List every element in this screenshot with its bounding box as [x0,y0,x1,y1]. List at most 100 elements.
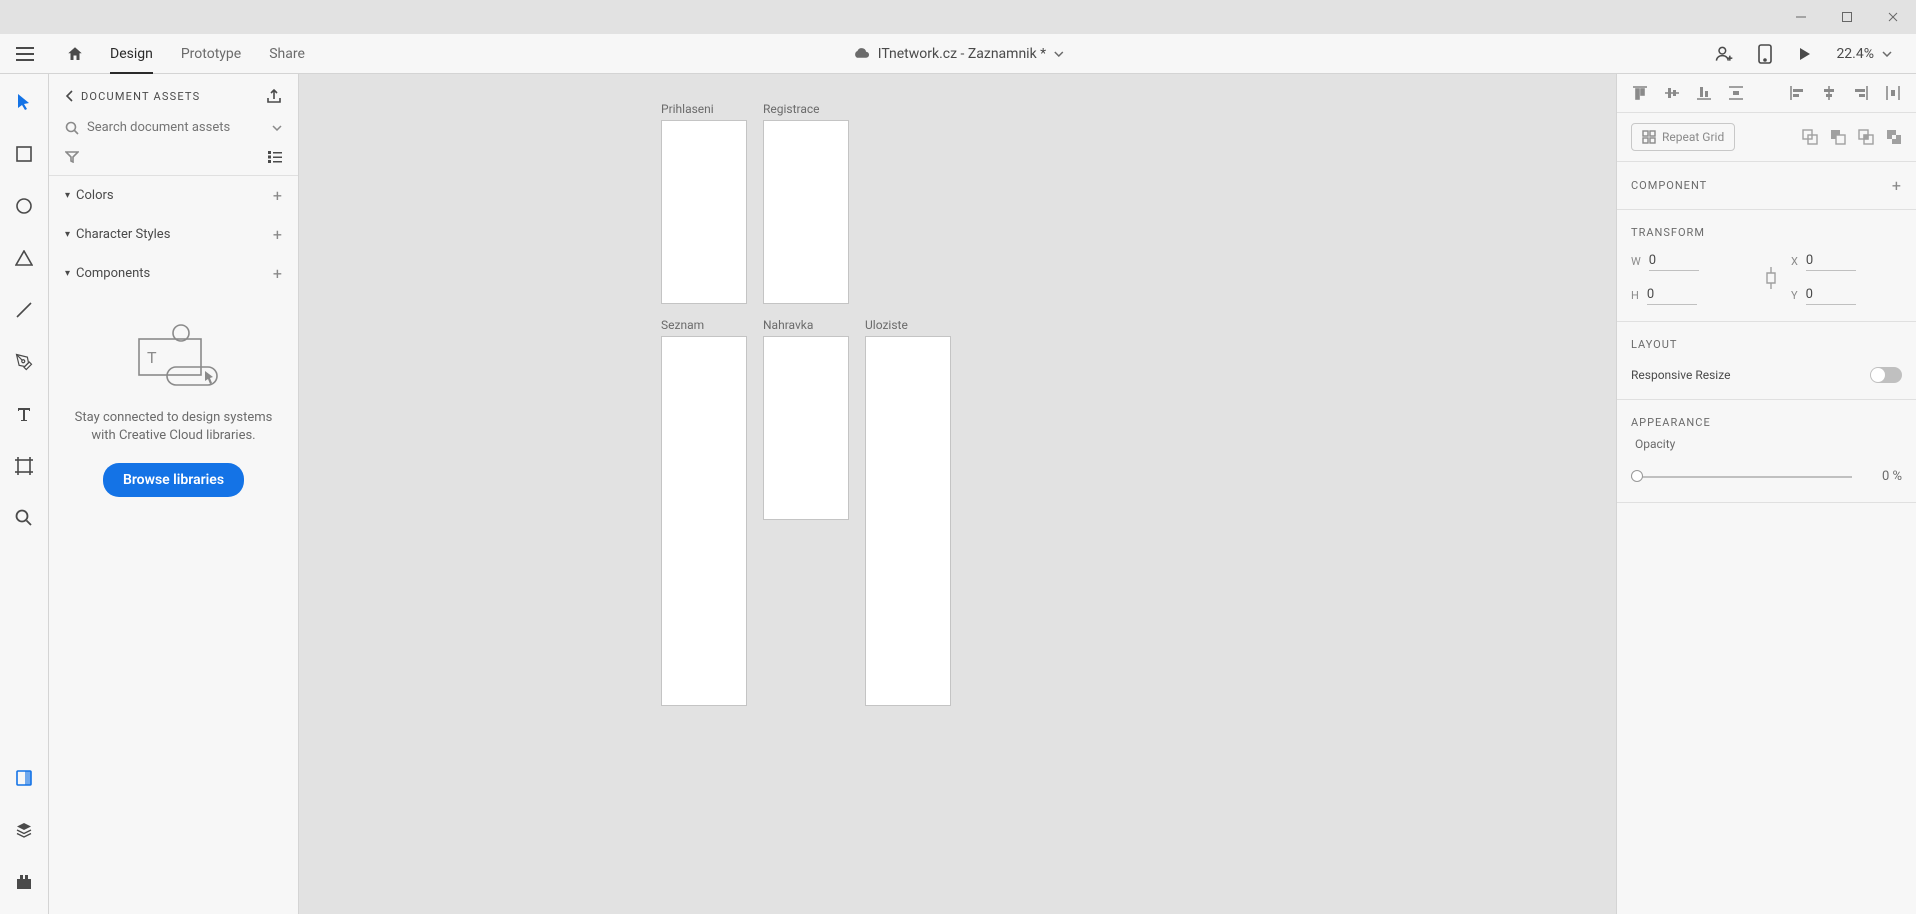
responsive-resize-label: Responsive Resize [1631,368,1730,382]
align-bottom-icon[interactable] [1695,84,1713,102]
zoom-dropdown[interactable]: 22.4% [1836,46,1892,62]
section-label: Components [76,266,150,281]
layers-panel-toggle[interactable] [8,814,40,846]
libraries-empty-state: T Stay connected to design systems with … [49,293,298,525]
distribute-v-icon[interactable] [1727,84,1745,102]
bool-subtract-icon[interactable] [1830,129,1846,145]
align-left-icon[interactable] [1788,84,1806,102]
artboard-label[interactable]: Uloziste [865,318,908,332]
chevron-down-icon: ▾ [65,229,70,240]
window-minimize-button[interactable] [1778,0,1824,34]
chevron-down-icon: ▾ [65,190,70,201]
publish-library-icon[interactable] [266,88,282,104]
responsive-resize-toggle[interactable] [1870,367,1902,383]
artboard-label[interactable]: Registrace [763,102,820,116]
toolstrip [0,74,49,914]
add-component-button[interactable]: + [273,264,282,283]
invite-user-icon[interactable] [1714,44,1734,64]
rectangle-tool[interactable] [8,138,40,170]
distribute-h-icon[interactable] [1884,84,1902,102]
appearance-section-title: APPEARANCE [1617,400,1916,437]
svg-text:T: T [147,348,157,367]
pen-tool[interactable] [8,346,40,378]
height-input[interactable] [1647,285,1697,305]
mode-design[interactable]: Design [110,34,153,74]
artboard-tool[interactable] [8,450,40,482]
properties-panel: Repeat Grid COMPONENT + TRANSFORM W [1616,74,1916,914]
polygon-tool[interactable] [8,242,40,274]
line-tool[interactable] [8,294,40,326]
desktop-preview-icon[interactable] [1796,46,1812,62]
opacity-slider[interactable] [1631,476,1852,478]
browse-libraries-button[interactable]: Browse libraries [103,463,244,497]
opacity-label: Opacity [1631,437,1902,451]
section-colors[interactable]: ▾ Colors + [49,176,298,215]
window-close-button[interactable] [1870,0,1916,34]
section-char-styles[interactable]: ▾ Character Styles + [49,215,298,254]
chevron-down-icon[interactable] [272,125,282,131]
width-input[interactable] [1649,251,1699,271]
assets-panel: DOCUMENT ASSETS ▾ Colors + [49,74,299,914]
lock-aspect-icon[interactable] [1751,265,1791,291]
zoom-value: 22.4% [1836,46,1874,62]
artboard-label[interactable]: Nahravka [763,318,813,332]
artboard-nahravka[interactable] [763,336,849,520]
opacity-value: 0 % [1862,469,1902,484]
align-right-icon[interactable] [1852,84,1870,102]
bool-add-icon[interactable] [1802,129,1818,145]
libraries-panel-toggle[interactable] [8,762,40,794]
cloud-icon [852,47,870,61]
add-color-button[interactable]: + [273,186,282,205]
document-title-text: ITnetwork.cz - Zaznamnik * [878,46,1046,62]
text-tool[interactable] [8,398,40,430]
width-label: W [1631,255,1641,268]
make-component-button[interactable]: + [1892,176,1902,195]
search-icon [65,121,79,135]
artboard-prihlaseni[interactable] [661,120,747,304]
filter-icon[interactable] [65,151,79,163]
component-section-title: COMPONENT [1631,179,1707,192]
canvas[interactable]: Prihlaseni Registrace Seznam Nahravka Ul… [299,74,1616,914]
add-charstyle-button[interactable]: + [273,225,282,244]
mode-prototype[interactable]: Prototype [181,34,241,74]
artboard-uloziste[interactable] [865,336,951,706]
plugins-panel-toggle[interactable] [8,866,40,898]
assets-search-input[interactable] [87,120,272,135]
artboard-label[interactable]: Seznam [661,318,704,332]
window-maximize-button[interactable] [1824,0,1870,34]
chevron-down-icon [1054,51,1064,57]
section-label: Character Styles [76,227,170,242]
home-button[interactable] [50,34,100,74]
menubar: Design Prototype Share ITnetwork.cz - Za… [0,34,1916,74]
mobile-preview-icon[interactable] [1758,44,1772,64]
bool-exclude-icon[interactable] [1886,129,1902,145]
list-view-icon[interactable] [268,151,282,163]
assets-panel-title: DOCUMENT ASSETS [81,90,266,103]
transform-section-title: TRANSFORM [1617,210,1916,247]
window-titlebar [0,0,1916,34]
x-input[interactable] [1806,251,1856,271]
artboard-seznam[interactable] [661,336,747,706]
height-label: H [1631,289,1639,302]
repeat-grid-button[interactable]: Repeat Grid [1631,123,1735,151]
bool-intersect-icon[interactable] [1858,129,1874,145]
repeat-grid-label: Repeat Grid [1662,130,1724,144]
zoom-tool[interactable] [8,502,40,534]
align-vcenter-icon[interactable] [1663,84,1681,102]
align-top-icon[interactable] [1631,84,1649,102]
artboard-registrace[interactable] [763,120,849,304]
assets-back-button[interactable] [65,90,73,102]
main-menu-button[interactable] [0,34,50,74]
artboard-label[interactable]: Prihlaseni [661,102,714,116]
align-hcenter-icon[interactable] [1820,84,1838,102]
select-tool[interactable] [8,86,40,118]
mode-share[interactable]: Share [269,34,305,74]
section-components[interactable]: ▾ Components + [49,254,298,293]
ellipse-tool[interactable] [8,190,40,222]
y-label: Y [1791,289,1798,302]
layout-section-title: LAYOUT [1617,322,1916,359]
y-input[interactable] [1806,285,1856,305]
section-label: Colors [76,188,114,203]
document-title-dropdown[interactable]: ITnetwork.cz - Zaznamnik * [852,46,1064,62]
x-label: X [1791,255,1798,268]
